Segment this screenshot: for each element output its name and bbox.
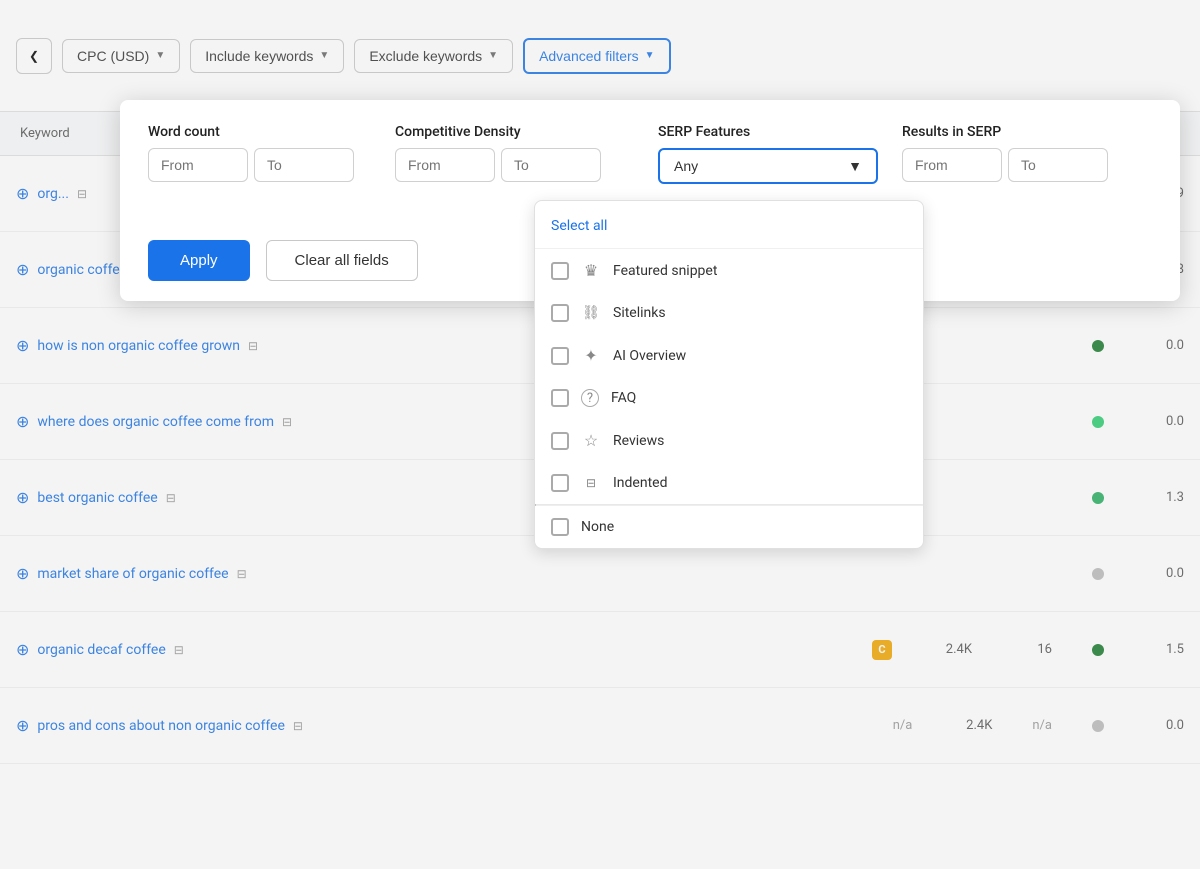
none-label: None [581,519,614,535]
results-serp-from-input[interactable] [902,148,1002,182]
serp-option-indented[interactable]: ⊟ Indented [535,462,923,504]
serp-features-dropdown: Select all ♛ Featured snippet ⛓ Sitelink… [534,200,924,549]
results-in-serp-inputs [902,148,1108,182]
competitive-density-inputs [395,148,601,182]
filters-row: Word count Competitive Density SERP Feat… [148,124,1152,204]
apply-button[interactable]: Apply [148,240,250,281]
reviews-label: Reviews [613,433,664,449]
divider [621,144,622,204]
comp-density-to-input[interactable] [501,148,601,182]
chevron-down-icon: ▼ [848,158,862,174]
reviews-checkbox[interactable] [551,432,569,450]
word-count-label: Word count [148,124,354,140]
competitive-density-group: Competitive Density [395,124,601,182]
sitelinks-checkbox[interactable] [551,304,569,322]
select-all-link[interactable]: Select all [551,218,607,234]
indented-label: Indented [613,475,668,491]
reviews-icon: ☆ [581,431,601,450]
serp-option-reviews[interactable]: ☆ Reviews [535,419,923,462]
serp-option-ai-overview[interactable]: ✦ AI Overview [535,334,923,377]
indented-icon: ⊟ [581,476,601,490]
serp-features-label: SERP Features [658,124,878,140]
ai-overview-label: AI Overview [613,348,686,364]
indented-checkbox[interactable] [551,474,569,492]
results-in-serp-label: Results in SERP [902,124,1108,140]
faq-checkbox[interactable] [551,389,569,407]
word-count-to-input[interactable] [254,148,354,182]
featured-snippet-icon: ♛ [581,261,601,280]
serp-features-group: SERP Features Any ▼ [658,124,878,184]
serp-features-select[interactable]: Any ▼ [658,148,878,184]
results-in-serp-group: Results in SERP [902,124,1108,182]
featured-snippet-label: Featured snippet [613,263,717,279]
ai-overview-icon: ✦ [581,346,601,365]
comp-density-from-input[interactable] [395,148,495,182]
serp-option-faq[interactable]: ? FAQ [535,377,923,419]
divider [374,144,375,204]
serp-option-none[interactable]: None [535,506,923,548]
serp-option-featured-snippet[interactable]: ♛ Featured snippet [535,249,923,292]
ai-overview-checkbox[interactable] [551,347,569,365]
serp-option-sitelinks[interactable]: ⛓ Sitelinks [535,292,923,334]
clear-all-button[interactable]: Clear all fields [266,240,418,281]
word-count-inputs [148,148,354,182]
select-all-header: Select all [535,201,923,249]
none-checkbox[interactable] [551,518,569,536]
sitelinks-label: Sitelinks [613,305,666,321]
competitive-density-label: Competitive Density [395,124,601,140]
serp-select-value: Any [674,158,698,174]
word-count-from-input[interactable] [148,148,248,182]
results-serp-to-input[interactable] [1008,148,1108,182]
faq-label: FAQ [611,390,636,406]
faq-icon: ? [581,389,599,407]
word-count-group: Word count [148,124,354,182]
featured-snippet-checkbox[interactable] [551,262,569,280]
sitelinks-icon: ⛓ [581,305,601,321]
